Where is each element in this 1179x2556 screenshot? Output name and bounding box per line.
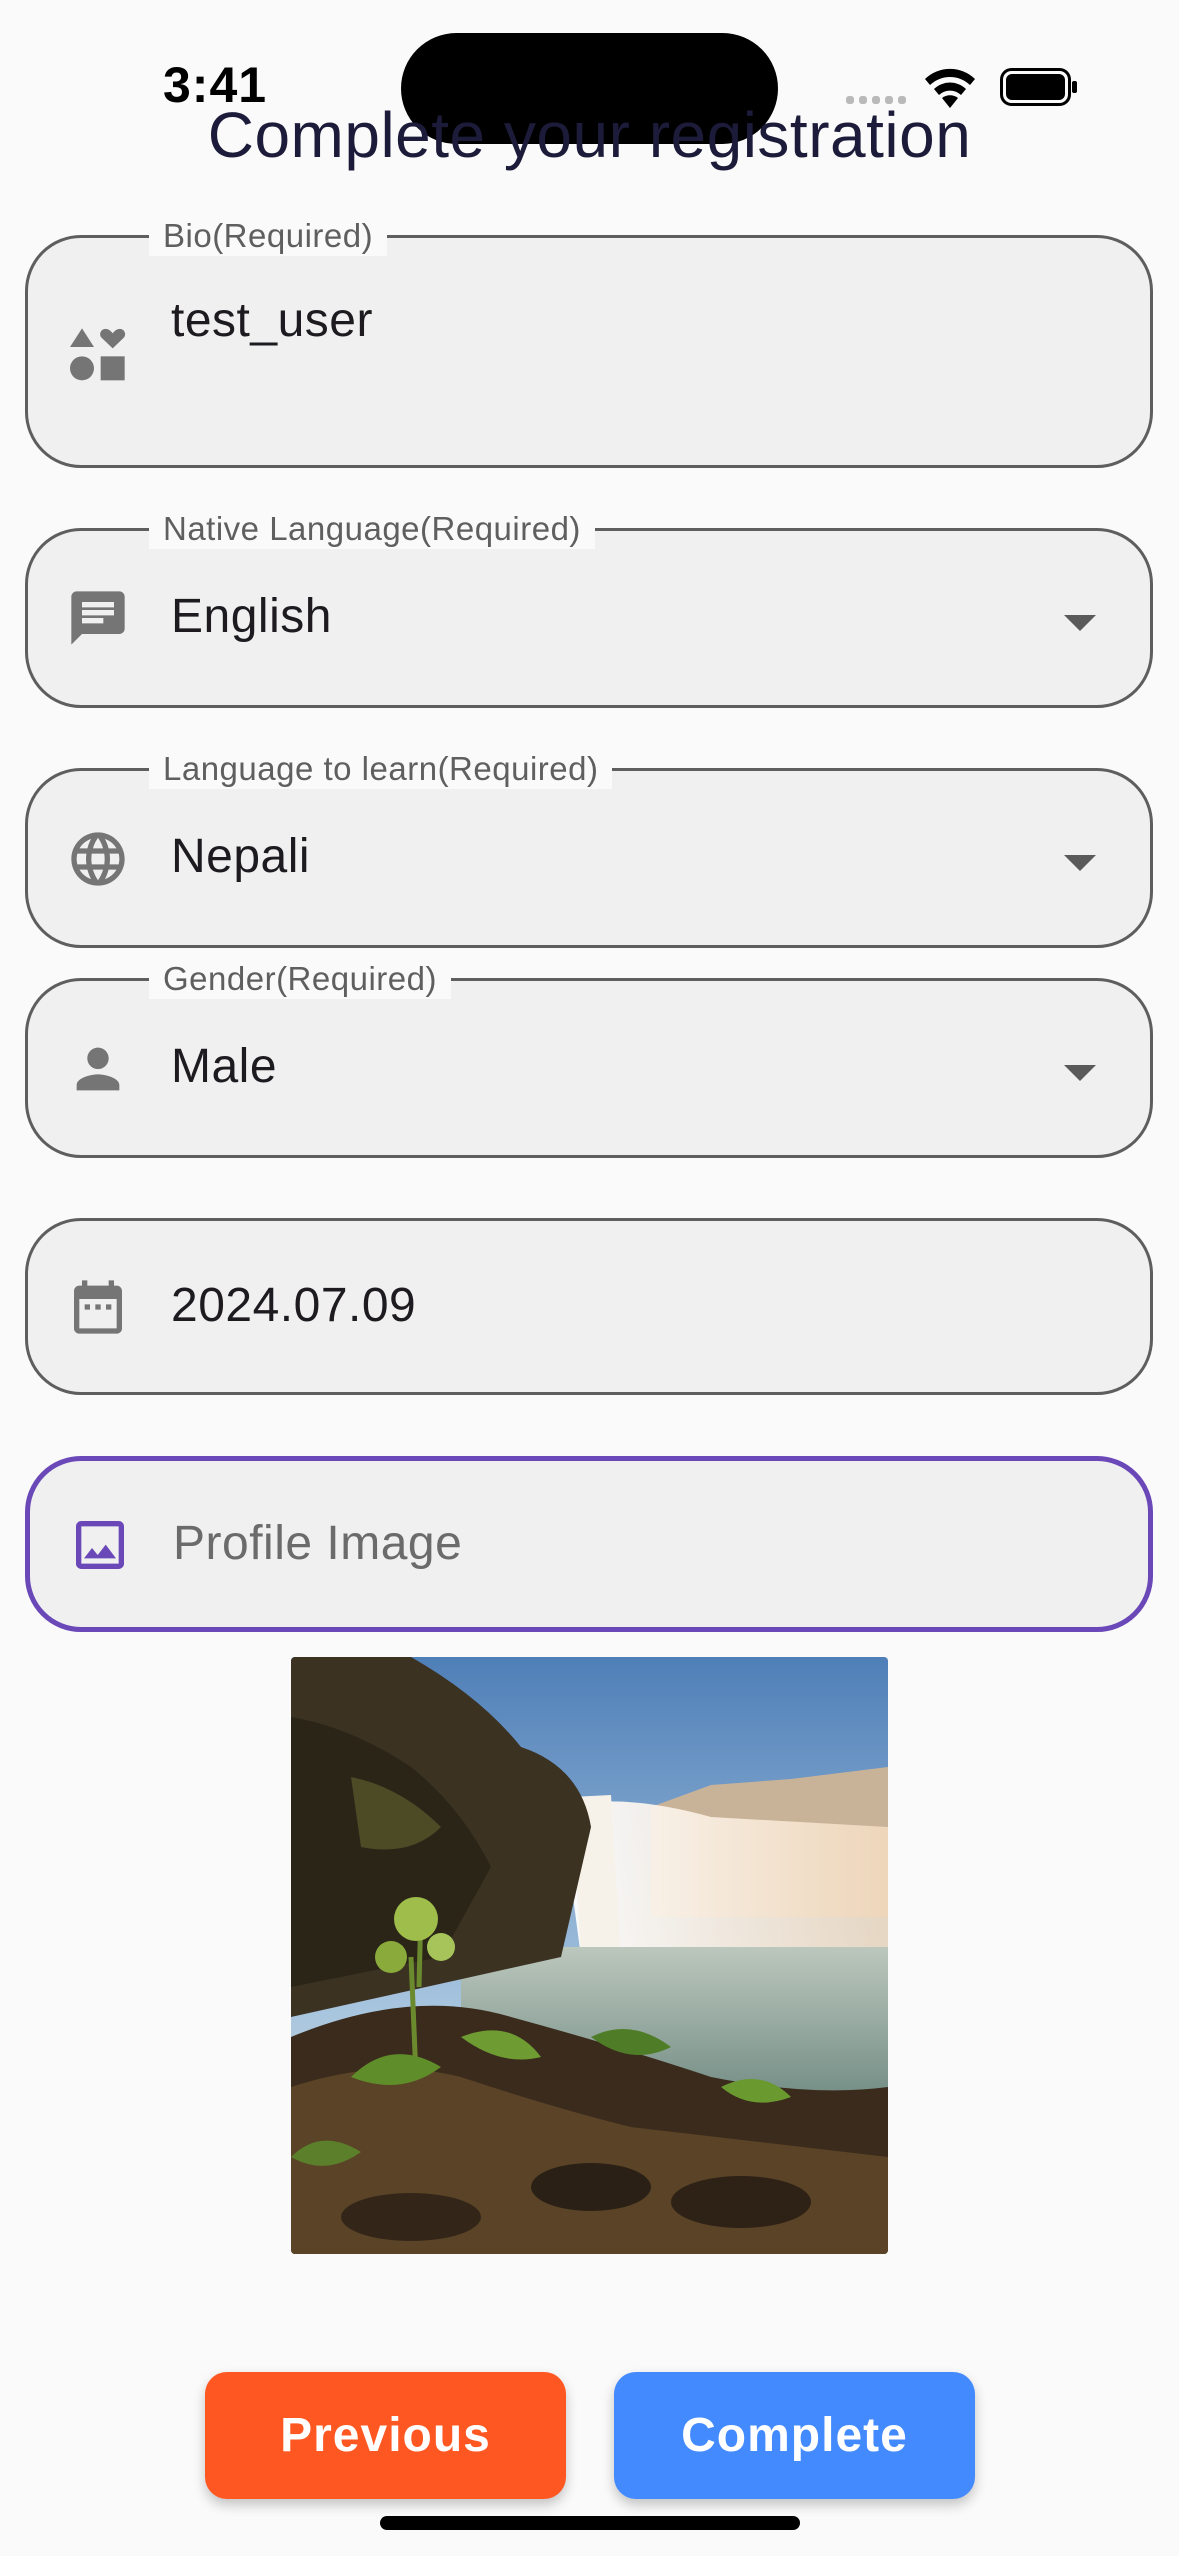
profile-image-preview [291,1657,888,2254]
complete-button[interactable]: Complete [614,2372,975,2499]
previous-button[interactable]: Previous [205,2372,566,2499]
message-icon [66,586,130,650]
gender-label: Gender(Required) [149,959,451,999]
language-to-learn-label: Language to learn(Required) [149,749,613,789]
date-field[interactable]: 2024.07.09 [25,1218,1153,1395]
category-icon [66,323,130,387]
native-language-select[interactable]: Native Language(Required) English [25,509,1153,708]
language-to-learn-dropdown-icon [1064,855,1096,871]
home-indicator[interactable] [380,2516,800,2530]
page-title: Complete your registration [207,99,972,171]
native-language-dropdown-icon [1064,615,1096,631]
language-to-learn-value: Nepali [171,830,311,883]
gender-value: Male [171,1040,278,1093]
globe-icon [66,827,130,891]
profile-image-field[interactable]: Profile Image [25,1456,1153,1632]
date-value: 2024.07.09 [171,1279,417,1332]
bio-field[interactable]: Bio(Required) test_user [25,216,1153,468]
bio-label: Bio(Required) [149,216,388,256]
native-language-value: English [171,590,332,643]
profile-image-placeholder: Profile Image [173,1517,463,1570]
language-to-learn-select[interactable]: Language to learn(Required) Nepali [25,749,1153,948]
person-icon [66,1037,130,1101]
gender-select[interactable]: Gender(Required) Male [25,959,1153,1158]
image-icon [68,1513,132,1577]
native-language-label: Native Language(Required) [149,509,595,549]
calendar-icon [66,1275,130,1339]
gender-dropdown-icon [1064,1065,1096,1081]
bio-input[interactable]: test_user [171,293,373,349]
